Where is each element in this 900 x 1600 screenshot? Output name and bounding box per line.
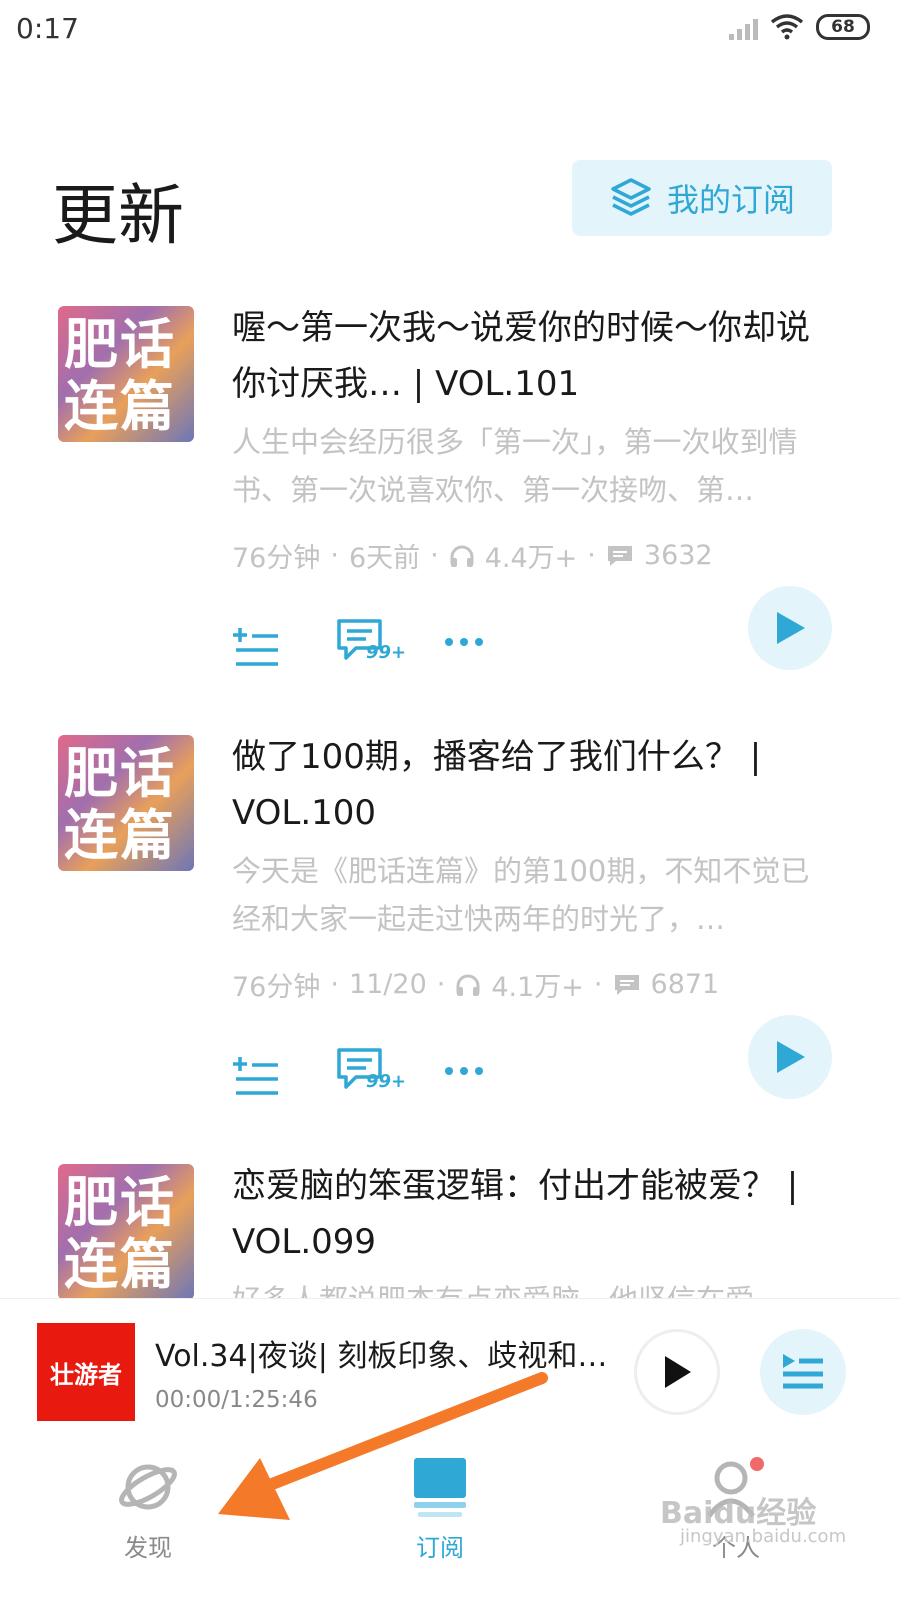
signal-icon [729,14,758,40]
comment-icon [607,545,632,566]
my-subscription-label: 我的订阅 [666,181,795,219]
episode-description: 今天是《肥话连篇》的第100期，不知不觉已经和大家一起走过快两年的时光了，… [232,854,810,936]
comments-button[interactable]: 99+ [336,618,406,670]
battery-icon: 68 [816,14,870,40]
play-button[interactable] [748,1015,832,1099]
mini-player-time: 00:00/1:25:46 [155,1387,318,1413]
cover-text-line2: 连篇 [64,375,176,438]
episode-actions: 99+ [232,1035,832,1119]
headphones-icon [456,974,480,996]
play-button[interactable] [748,586,832,670]
comment-icon [614,974,639,995]
cover-text-line2: 连篇 [64,1233,176,1296]
play-icon [665,1356,691,1388]
cover-text-line1: 肥话 [64,1171,176,1234]
episode-cover[interactable]: 肥话 连篇 [58,1164,194,1298]
nav-discover[interactable]: 发现 [78,1456,218,1563]
mini-player-cover[interactable]: 壮游者 [37,1323,135,1421]
episode-comments: 6871 [650,969,720,1000]
add-to-playlist-icon[interactable] [232,1055,282,1099]
nav-subscribe[interactable]: 订阅 [370,1456,510,1563]
episode-duration: 76分钟 [232,543,321,574]
episode-cover[interactable]: 肥话 连篇 [58,735,194,871]
wifi-icon [770,14,804,40]
playlist-button[interactable] [760,1329,846,1415]
mini-player-title[interactable]: Vol.34|夜谈| 刻板印象、歧视和… [155,1331,615,1375]
subscribe-icon [414,1458,466,1517]
episode-plays: 4.4万+ [484,543,578,574]
episode-meta: 76分钟 · 6天前 · 4.4万+ · 3632 [232,536,713,575]
mini-player-play-button[interactable] [634,1329,720,1415]
episode-description: 人生中会经历很多「第一次」，第一次收到情书、第一次说喜欢你、第一次接吻、第… [232,425,798,507]
watermark-url: jingyan.baidu.com [680,1526,847,1547]
nav-subscribe-label: 订阅 [416,1534,464,1562]
my-subscription-button[interactable]: 我的订阅 [572,160,832,236]
status-icons: 68 [729,14,870,40]
episode-title[interactable]: 喔～第一次我～说爱你的时候～你却说你讨厌我… | VOL.101 [232,300,812,412]
episode-cover[interactable]: 肥话 连篇 [58,306,194,442]
episode-duration: 76分钟 [232,972,321,1003]
episode-item[interactable]: 肥话连篇 恋爱脑的笨蛋逻辑：付出才能被爱？ | VOL.099 好多人都说肥杰有… [0,1164,900,1298]
status-bar: 0:17 68 [0,0,900,60]
episode-item[interactable]: 肥话 连篇 做了100期，播客给了我们什么？ | VOL.100 今天是《肥话连篇… [0,735,900,1155]
battery-level: 68 [831,17,855,37]
status-time: 0:17 [16,12,79,45]
episode-item[interactable]: 肥话 连篇 喔～第一次我～说爱你的时候～你却说你讨厌我… | VOL.101 人生… [0,306,900,726]
mini-player[interactable]: 壮游者 Vol.34|夜谈| 刻板印象、歧视和… 00:00/1:25:46 [0,1298,900,1442]
headphones-icon [450,545,474,567]
planet-icon [119,1464,177,1510]
more-icon[interactable] [444,636,484,648]
nav-discover-label: 发现 [124,1534,172,1562]
comments-badge: 99+ [366,1071,407,1092]
page-title: 更新 [52,177,184,254]
cover-text-line1: 肥话 [64,313,176,376]
comments-button[interactable]: 99+ [336,1047,406,1099]
cover-text-line2: 连篇 [64,804,176,867]
cover-text-line1: 肥话 [64,742,176,805]
episode-date: 6天前 [348,543,421,574]
episode-meta: 76分钟 · 11/20 · 4.1万+ · 6871 [232,965,719,1004]
episode-comments: 3632 [643,540,713,571]
add-to-playlist-icon[interactable] [232,626,282,670]
episode-title[interactable]: 恋爱脑的笨蛋逻辑：付出才能被爱？ | VOL.099 [232,1164,812,1270]
episode-description: 好多人都说肥杰有点恋爱脑，他坚信在爱 [232,1276,822,1298]
notification-dot [750,1457,764,1471]
play-icon [777,1041,805,1073]
play-icon [777,612,805,644]
playlist-icon [783,1354,823,1389]
episode-date: 11/20 [348,969,427,1000]
episode-title[interactable]: 做了100期，播客给了我们什么？ | VOL.100 [232,729,812,841]
layers-icon [611,178,651,216]
episode-actions: 99+ [232,606,832,690]
episode-plays: 4.1万+ [491,972,584,1003]
more-icon[interactable] [444,1065,484,1077]
comments-badge: 99+ [366,642,407,663]
